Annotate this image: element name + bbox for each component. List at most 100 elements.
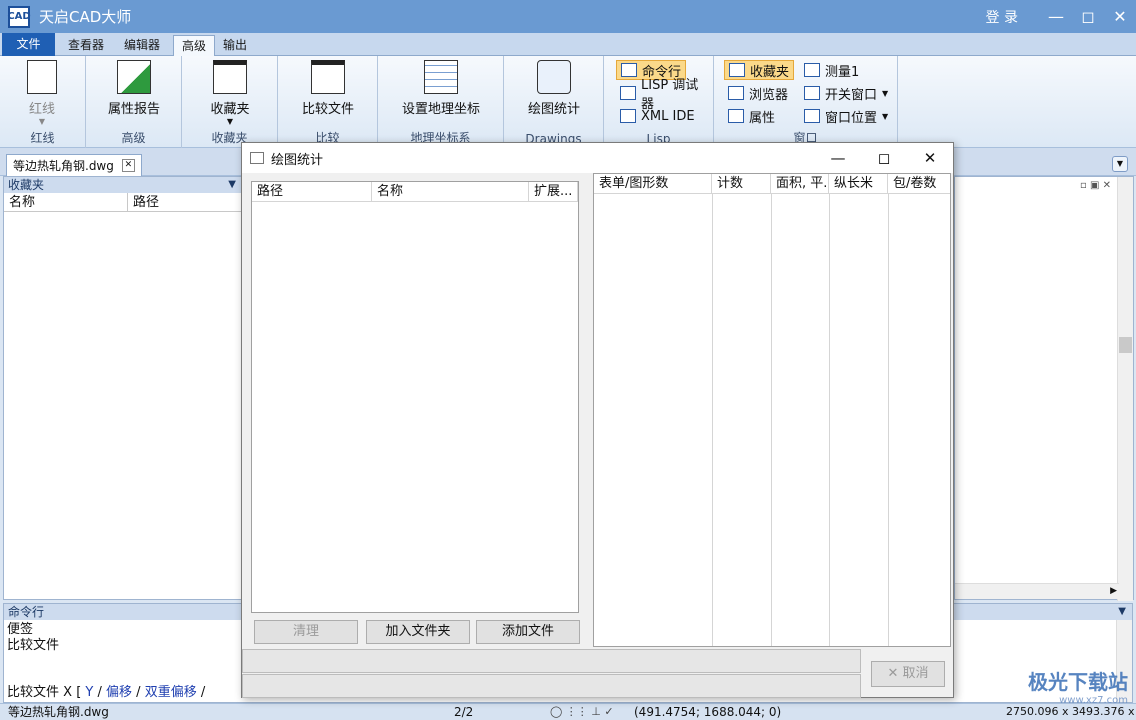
- toggle-windows-label: 开关窗口: [825, 87, 878, 103]
- dialog-icon: [250, 152, 264, 164]
- geo-grid-icon: [424, 60, 458, 94]
- pin-icon[interactable]: ▼: [1118, 604, 1126, 620]
- status-file: 等边热轧角钢.dwg: [8, 705, 109, 719]
- app-title: 天启CAD大师: [39, 8, 132, 26]
- browser-label: 浏览器: [749, 87, 789, 103]
- command-option[interactable]: 双重偏移: [145, 685, 197, 700]
- column-name[interactable]: 名称: [4, 193, 128, 211]
- command-panel-title: 命令行: [8, 605, 45, 619]
- favorites-columns: 名称 路径: [4, 193, 242, 212]
- favorites-label: 收藏夹: [210, 102, 250, 117]
- window-position-label: 窗口位置: [825, 110, 878, 126]
- cancel-icon: ✕: [887, 666, 899, 681]
- favorites-button[interactable]: 收藏夹 ▼: [200, 60, 260, 126]
- file-list[interactable]: 路径 名称 扩展...: [251, 181, 579, 613]
- group-label: 高级: [121, 131, 146, 145]
- drawing-stats-button[interactable]: 绘图统计: [524, 60, 584, 117]
- column-count[interactable]: 计数: [712, 174, 771, 193]
- minimize-icon[interactable]: —: [1040, 0, 1072, 33]
- dialog-minimize-icon[interactable]: —: [815, 143, 861, 173]
- drawing-canvas[interactable]: ▫ ▣ ✕ ▶: [954, 176, 1134, 601]
- grid-line: [712, 194, 713, 646]
- group-compare: 比较文件 比较: [278, 56, 378, 148]
- pin-icon[interactable]: ▼: [228, 177, 236, 193]
- close-icon[interactable]: ✕: [1104, 0, 1136, 33]
- statistics-list[interactable]: 表单/图形数 计数 面积, 平... 纵长米 包/卷数: [593, 173, 951, 647]
- column-length[interactable]: 纵长米: [829, 174, 888, 193]
- add-folder-button[interactable]: 加入文件夹: [366, 620, 470, 644]
- favorites-window-label: 收藏夹: [750, 64, 790, 80]
- chevron-down-icon: ▼: [882, 88, 889, 98]
- lisp-debugger-button[interactable]: LISP 调试器: [616, 78, 713, 112]
- dialog-title: 绘图统计: [271, 152, 324, 168]
- compare-files-label: 比较文件: [301, 102, 354, 117]
- statistics-list-header: 表单/图形数 计数 面积, 平... 纵长米 包/卷数: [594, 174, 950, 194]
- grid-line: [829, 194, 830, 646]
- chevron-down-icon: ▼: [882, 111, 889, 121]
- xml-ide-button[interactable]: XML IDE: [616, 106, 699, 126]
- cancel-label: 取消: [902, 666, 929, 681]
- watermark-url: www.xz7.com: [1059, 695, 1128, 706]
- login-button[interactable]: 登 录: [986, 7, 1018, 27]
- command-option[interactable]: 偏移: [106, 685, 132, 700]
- command-prompt[interactable]: 比较文件 X [ Y / 偏移 / 双重偏移 /: [7, 681, 205, 700]
- vertical-scrollbar[interactable]: [1117, 177, 1133, 601]
- horizontal-scrollbar[interactable]: ▶: [955, 583, 1119, 599]
- cancel-button[interactable]: ✕ 取消: [871, 661, 945, 687]
- clear-button[interactable]: 清理: [254, 620, 358, 644]
- properties-label: 属性: [749, 110, 776, 126]
- set-geo-coordinates-button[interactable]: 设置地理坐标: [396, 60, 486, 117]
- tab-advanced[interactable]: 高级: [173, 35, 216, 57]
- dialog-maximize-icon[interactable]: ◻: [861, 143, 907, 173]
- compare-files-button[interactable]: 比较文件: [298, 60, 358, 117]
- group-advanced: 属性报告 高级: [86, 56, 182, 148]
- tab-editor[interactable]: 编辑器: [116, 35, 168, 56]
- file-list-header: 路径 名称 扩展...: [252, 182, 578, 202]
- chevron-down-icon: ▼: [38, 117, 46, 126]
- scroll-right-icon[interactable]: ▶: [1110, 586, 1117, 596]
- favorites-panel: 收藏夹 ▼ 名称 路径: [3, 176, 243, 600]
- group-redline: 红线 ▼ 红线: [0, 56, 86, 148]
- browser-button[interactable]: 浏览器: [724, 83, 792, 103]
- tab-list-chevron-icon[interactable]: ▼: [1112, 156, 1128, 172]
- window-position-button[interactable]: 窗口位置 ▼: [800, 106, 892, 126]
- tab-file[interactable]: 文件: [2, 33, 55, 56]
- status-coordinates: (491.4754; 1688.044; 0): [634, 705, 782, 719]
- command-option[interactable]: Y: [85, 685, 93, 700]
- measure-button[interactable]: 测量1: [800, 60, 863, 80]
- mdi-window-controls[interactable]: ▫ ▣ ✕: [1080, 180, 1111, 191]
- column-path[interactable]: 路径: [128, 193, 242, 211]
- app-logo-icon: CAD: [7, 5, 31, 28]
- column-rolls[interactable]: 包/卷数: [888, 174, 950, 193]
- close-tab-icon[interactable]: ✕: [121, 159, 135, 172]
- windows-icon: [804, 86, 820, 100]
- document-tab[interactable]: 等边热轧角钢.dwg ✕: [6, 154, 142, 176]
- favorites-window-button[interactable]: 收藏夹: [724, 60, 795, 80]
- drawing-stats-label: 绘图统计: [527, 102, 580, 117]
- column-extension[interactable]: 扩展...: [529, 182, 578, 201]
- column-name[interactable]: 名称: [372, 182, 529, 201]
- tab-output[interactable]: 输出: [215, 35, 255, 56]
- property-report-button[interactable]: 属性报告: [104, 60, 164, 117]
- title-bar: CAD 天启CAD大师 登 录 — ◻ ✕: [0, 0, 1136, 33]
- group-drawings: 绘图统计 Drawings: [504, 56, 604, 148]
- command-option[interactable]: X: [63, 685, 72, 700]
- column-area[interactable]: 面积, 平...: [771, 174, 829, 193]
- column-sheets[interactable]: 表单/图形数: [594, 174, 712, 193]
- column-path[interactable]: 路径: [252, 182, 372, 201]
- measure-icon: [804, 63, 820, 77]
- watermark: 极光下载站 www.xz7.com: [1028, 666, 1128, 706]
- redline-button[interactable]: 红线 ▼: [22, 60, 62, 126]
- scroll-thumb[interactable]: [1119, 337, 1132, 353]
- group-lisp: 命令行 LISP 调试器 XML IDE Lisp: [604, 56, 714, 148]
- grid-line: [771, 194, 772, 646]
- dialog-close-icon[interactable]: ✕: [907, 143, 953, 173]
- maximize-icon[interactable]: ◻: [1072, 0, 1104, 33]
- tab-viewer[interactable]: 查看器: [60, 35, 112, 56]
- properties-icon: [728, 109, 744, 123]
- snap-toolbar-icons[interactable]: ◯ ⋮⋮ ⊥ ✓: [550, 704, 614, 720]
- document-tab-label: 等边热轧角钢.dwg: [13, 158, 114, 173]
- toggle-windows-button[interactable]: 开关窗口 ▼: [800, 83, 892, 103]
- properties-button[interactable]: 属性: [724, 106, 779, 126]
- add-file-button[interactable]: 添加文件: [476, 620, 580, 644]
